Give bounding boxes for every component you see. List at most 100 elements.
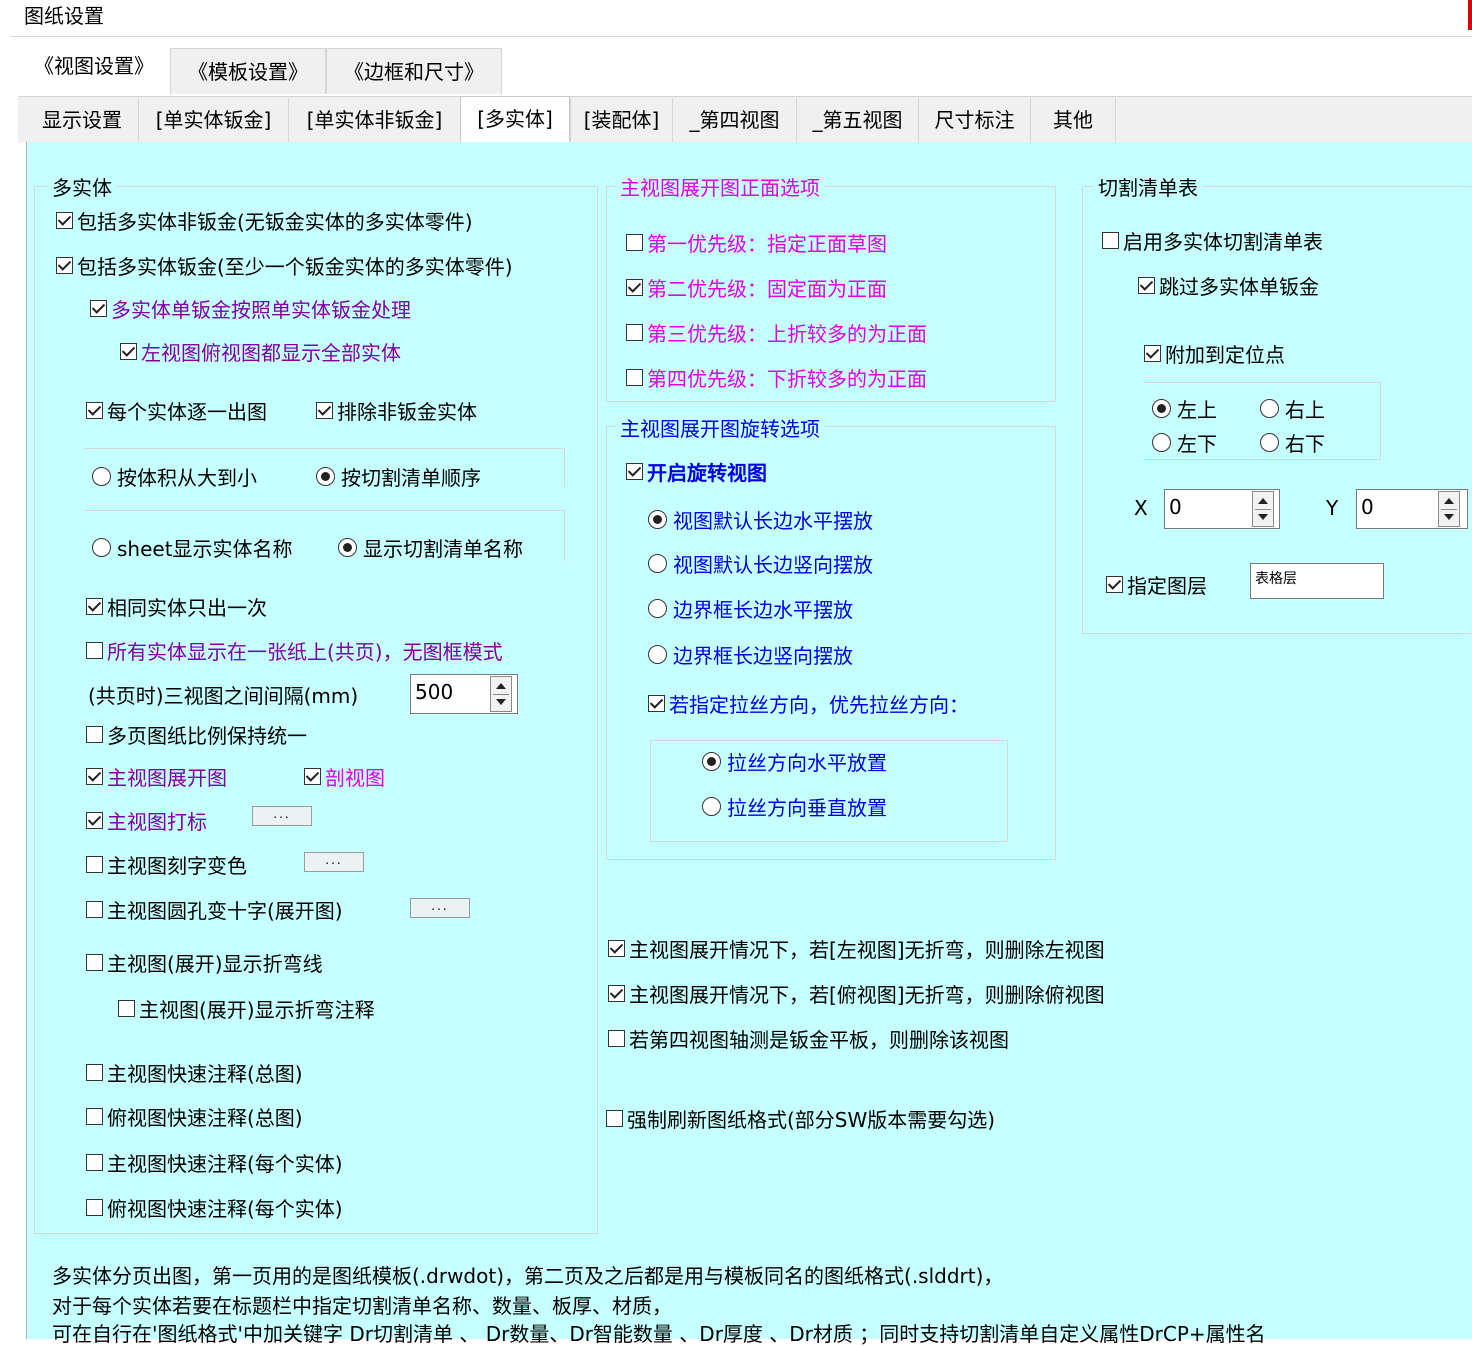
single-sheet-as-single-checkbox[interactable]: 多实体单钣金按照单实体钣金处理 [90, 294, 411, 323]
window-title: 图纸设置 [24, 4, 104, 28]
checkbox-mark [608, 985, 625, 1002]
enable-cutlist-checkbox[interactable]: 启用多实体切割清单表 [1102, 226, 1323, 255]
radio-mark [702, 752, 721, 771]
radio-mark [648, 554, 667, 573]
priority2-checkbox[interactable]: 第二优先级：固定面为正面 [626, 273, 887, 302]
subtab-assembly[interactable]: [装配体] [570, 98, 672, 144]
subtab-other[interactable]: 其他 [1030, 98, 1116, 144]
tab-border-size[interactable]: 《边框和尺寸》 [326, 48, 502, 94]
delete-fourth-view-checkbox[interactable]: 若第四视图轴测是钣金平板，则删除该视图 [608, 1024, 1009, 1053]
include-nonsheet-checkbox[interactable]: 包括多实体非钣金(无钣金实体的多实体零件) [56, 206, 473, 235]
subtab-single-nonsheet[interactable]: [单实体非钣金] [288, 98, 460, 144]
anchor-bottom-left-radio[interactable]: 左下 [1152, 428, 1217, 457]
anchor-top-right-radio[interactable]: 右上 [1260, 394, 1325, 423]
main-bendnote-checkbox[interactable]: 主视图(展开)显示折弯注释 [118, 994, 375, 1023]
checkbox-mark [86, 598, 103, 615]
radio-mark [702, 797, 721, 816]
checkbox-mark [86, 726, 103, 743]
delete-left-view-checkbox[interactable]: 主视图展开情况下，若[左视图]无折弯，则删除左视图 [608, 934, 1105, 963]
checkbox-mark [56, 212, 73, 229]
grain-horizontal-label: 拉丝方向水平放置 [727, 751, 887, 775]
layer-input[interactable]: 表格层 [1250, 563, 1384, 599]
checkbox-mark [608, 1030, 625, 1047]
include-sheet-checkbox[interactable]: 包括多实体钣金(至少一个钣金实体的多实体零件) [56, 251, 513, 280]
each-body-checkbox[interactable]: 每个实体逐一出图 [86, 396, 267, 425]
tab-template-settings[interactable]: 《模板设置》 [170, 48, 326, 94]
grain-priority-checkbox[interactable]: 若指定拉丝方向，优先拉丝方向： [648, 689, 969, 718]
priority1-checkbox[interactable]: 第一优先级：指定正面草图 [626, 228, 887, 257]
tab-view-settings[interactable]: 《视图设置》 [18, 43, 170, 89]
cutlist-group-title: 切割清单表 [1094, 172, 1202, 201]
checkbox-mark [86, 402, 103, 419]
main-flat-checkbox[interactable]: 主视图展开图 [86, 762, 227, 791]
main-mark-checkbox[interactable]: 主视图打标 [86, 806, 207, 835]
anchor-top-left-radio[interactable]: 左上 [1152, 394, 1217, 423]
x-offset-spinner[interactable] [1252, 491, 1274, 527]
checkbox-mark [86, 812, 103, 829]
checkbox-mark [606, 1110, 623, 1127]
rotate-long-horizontal-radio[interactable]: 视图默认长边水平摆放 [648, 505, 873, 534]
same-once-checkbox[interactable]: 相同实体只出一次 [86, 592, 267, 621]
bbox-long-vertical-radio[interactable]: 边界框长边竖向摆放 [648, 640, 853, 669]
show-cutlist-name-label: 显示切割清单名称 [363, 537, 523, 561]
main-bendline-label: 主视图(展开)显示折弯线 [107, 952, 323, 976]
grain-vertical-radio[interactable]: 拉丝方向垂直放置 [702, 792, 887, 821]
subtab-fifth-view[interactable]: _第五视图 [796, 98, 918, 144]
main-mark-more-button[interactable]: ... [252, 806, 312, 826]
show-cutlist-name-radio[interactable]: 显示切割清单名称 [338, 533, 523, 562]
radio-mark [316, 467, 335, 486]
section-view-label: 剖视图 [325, 766, 385, 790]
left-top-all-checkbox[interactable]: 左视图俯视图都显示全部实体 [120, 337, 401, 366]
subtab-fourth-view[interactable]: _第四视图 [672, 98, 796, 144]
main-quick-total-checkbox[interactable]: 主视图快速注释(总图) [86, 1058, 303, 1087]
top-quick-total-checkbox[interactable]: 俯视图快速注释(总图) [86, 1102, 303, 1131]
checkbox-mark [626, 279, 643, 296]
y-offset-spinner[interactable] [1438, 491, 1460, 527]
main-quick-each-checkbox[interactable]: 主视图快速注释(每个实体) [86, 1148, 343, 1177]
radio-mark [1152, 433, 1171, 452]
show-sheet-name-radio[interactable]: sheet显示实体名称 [92, 533, 293, 562]
top-quick-each-checkbox[interactable]: 俯视图快速注释(每个实体) [86, 1193, 343, 1222]
order-cutlist-radio[interactable]: 按切割清单顺序 [316, 462, 481, 491]
priority2-label: 第二优先级：固定面为正面 [647, 277, 887, 301]
order-volume-radio[interactable]: 按体积从大到小 [92, 462, 257, 491]
enable-rotate-label: 开启旋转视图 [647, 461, 767, 485]
main-engrave-checkbox[interactable]: 主视图刻字变色 [86, 850, 247, 879]
checkbox-mark [86, 642, 103, 659]
checkbox-mark [1102, 232, 1119, 249]
checkbox-mark [1138, 277, 1155, 294]
main-hole-cross-checkbox[interactable]: 主视图圆孔变十字(展开图) [86, 895, 343, 924]
multibody-group-title: 多实体 [48, 172, 116, 201]
assign-layer-checkbox[interactable]: 指定图层 [1106, 570, 1207, 599]
priority3-checkbox[interactable]: 第三优先级：上折较多的为正面 [626, 318, 927, 347]
delete-top-view-label: 主视图展开情况下，若[俯视图]无折弯，则删除俯视图 [629, 983, 1105, 1007]
subtab-dimension[interactable]: 尺寸标注 [918, 98, 1030, 144]
subtab-multibody[interactable]: [多实体] [460, 96, 570, 144]
order-volume-label: 按体积从大到小 [117, 466, 257, 490]
radio-mark [648, 645, 667, 664]
delete-top-view-checkbox[interactable]: 主视图展开情况下，若[俯视图]无折弯，则删除俯视图 [608, 979, 1105, 1008]
force-refresh-checkbox[interactable]: 强制刷新图纸格式(部分SW版本需要勾选) [606, 1104, 995, 1133]
attach-anchor-checkbox[interactable]: 附加到定位点 [1144, 339, 1285, 368]
single-sheet-as-single-label: 多实体单钣金按照单实体钣金处理 [111, 298, 411, 322]
keep-scale-checkbox[interactable]: 多页图纸比例保持统一 [86, 720, 307, 749]
exclude-nonsheet-checkbox[interactable]: 排除非钣金实体 [316, 396, 477, 425]
gap-spinner[interactable] [490, 676, 512, 712]
skip-single-sheet-checkbox[interactable]: 跳过多实体单钣金 [1138, 271, 1319, 300]
subtab-single-sheetmetal[interactable]: [单实体钣金] [138, 98, 288, 144]
checkbox-mark [86, 768, 103, 785]
main-hole-cross-more-button[interactable]: ... [410, 898, 470, 918]
grain-horizontal-radio[interactable]: 拉丝方向水平放置 [702, 747, 887, 776]
anchor-bottom-right-radio[interactable]: 右下 [1260, 428, 1325, 457]
main-engrave-more-button[interactable]: ... [304, 852, 364, 872]
checkbox-mark [626, 234, 643, 251]
enable-rotate-checkbox[interactable]: 开启旋转视图 [626, 457, 767, 486]
rotate-long-vertical-radio[interactable]: 视图默认长边竖向摆放 [648, 549, 873, 578]
section-view-checkbox[interactable]: 剖视图 [304, 762, 385, 791]
all-one-sheet-checkbox[interactable]: 所有实体显示在一张纸上(共页)，无图框模式 [86, 636, 503, 665]
priority4-checkbox[interactable]: 第四优先级：下折较多的为正面 [626, 363, 927, 392]
subtab-display[interactable]: 显示设置 [26, 98, 138, 144]
checkbox-mark [608, 940, 625, 957]
main-bendline-checkbox[interactable]: 主视图(展开)显示折弯线 [86, 948, 323, 977]
bbox-long-horizontal-radio[interactable]: 边界框长边水平摆放 [648, 594, 853, 623]
